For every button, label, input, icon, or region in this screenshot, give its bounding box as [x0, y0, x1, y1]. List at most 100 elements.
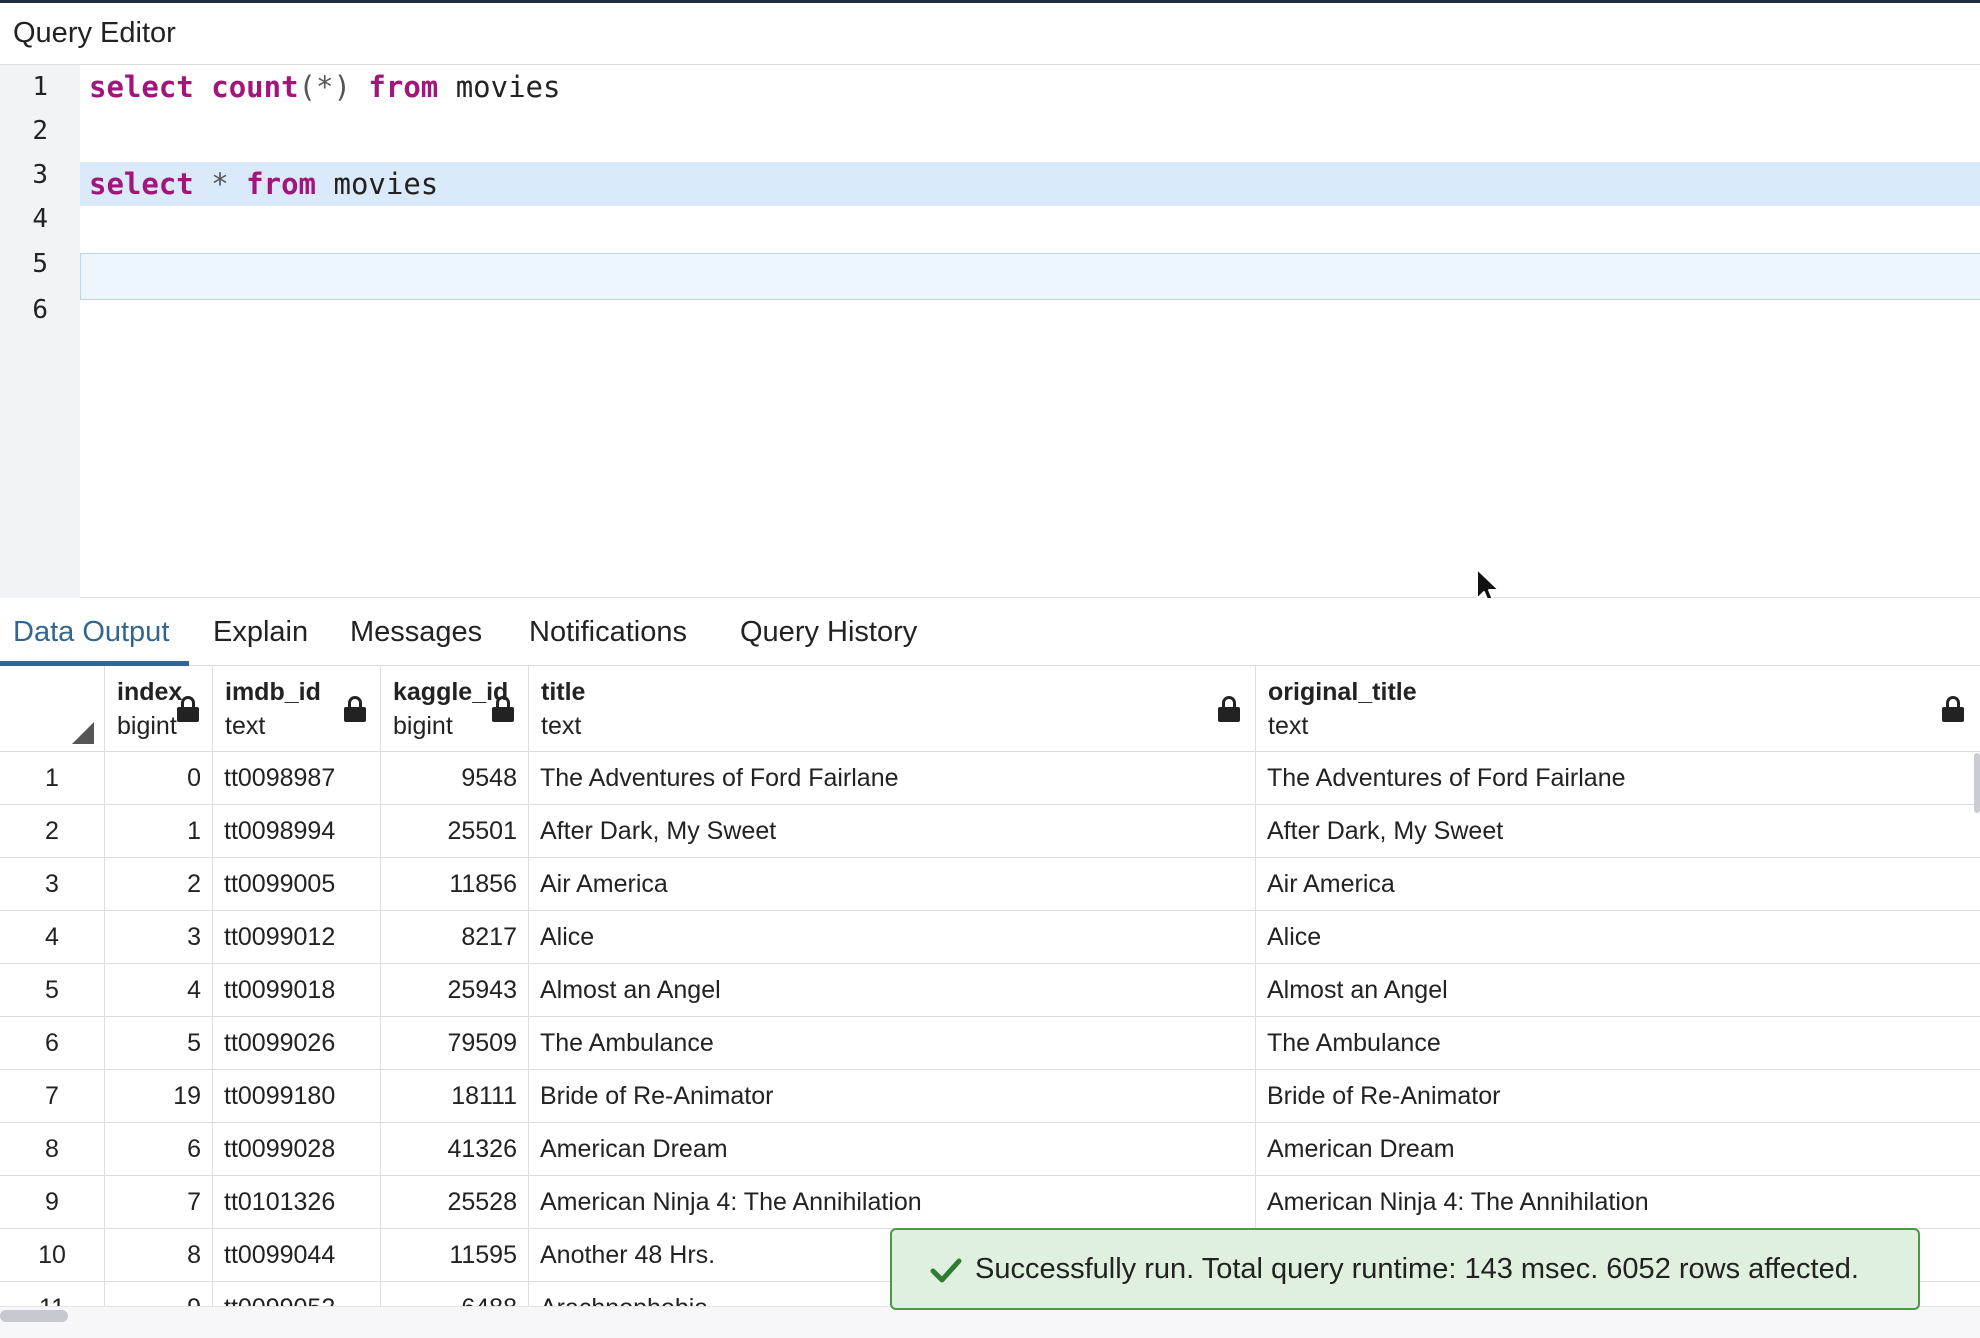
- cell-original-title[interactable]: The Adventures of Ford Fairlane: [1256, 752, 1980, 805]
- code-line-2[interactable]: [80, 109, 1980, 153]
- row-number[interactable]: 3: [0, 858, 105, 911]
- cell-original-title[interactable]: Almost an Angel: [1256, 964, 1980, 1017]
- line-number: 5: [32, 249, 48, 279]
- cell-imdb-id[interactable]: tt0099044: [213, 1229, 381, 1282]
- table-row[interactable]: 8 6 tt0099028 41326 American Dream Ameri…: [0, 1123, 1980, 1176]
- row-number[interactable]: 2: [0, 805, 105, 858]
- cell-index[interactable]: 0: [105, 752, 213, 805]
- success-toast[interactable]: Successfully run. Total query runtime: 1…: [890, 1228, 1920, 1310]
- code-line-4[interactable]: [80, 206, 1980, 250]
- cell-imdb-id[interactable]: tt0098987: [213, 752, 381, 805]
- cell-index[interactable]: 5: [105, 1017, 213, 1070]
- cell-imdb-id[interactable]: tt0098994: [213, 805, 381, 858]
- cell-index[interactable]: 3: [105, 911, 213, 964]
- row-number[interactable]: 4: [0, 911, 105, 964]
- cell-index[interactable]: 8: [105, 1229, 213, 1282]
- cell-title[interactable]: Alice: [529, 911, 1256, 964]
- cell-original-title[interactable]: Air America: [1256, 858, 1980, 911]
- row-number[interactable]: 11: [0, 1282, 105, 1306]
- table-row[interactable]: 3 2 tt0099005 11856 Air America Air Amer…: [0, 858, 1980, 911]
- cell-index[interactable]: 4: [105, 964, 213, 1017]
- tab-notifications[interactable]: Notifications: [529, 598, 687, 666]
- cell-index[interactable]: 19: [105, 1070, 213, 1123]
- row-number[interactable]: 1: [0, 752, 105, 805]
- cell-index[interactable]: 9: [105, 1282, 213, 1306]
- cell-imdb-id[interactable]: tt0099028: [213, 1123, 381, 1176]
- sql-star: *: [211, 167, 229, 201]
- table-row[interactable]: 5 4 tt0099018 25943 Almost an Angel Almo…: [0, 964, 1980, 1017]
- column-header-title[interactable]: title text: [529, 666, 1256, 752]
- code-line-1[interactable]: select count(*) from movies: [80, 65, 1980, 109]
- table-row[interactable]: 4 3 tt0099012 8217 Alice Alice: [0, 911, 1980, 964]
- row-number[interactable]: 9: [0, 1176, 105, 1229]
- cell-kaggle-id[interactable]: 41326: [381, 1123, 529, 1176]
- column-name: title: [541, 678, 586, 706]
- cell-original-title[interactable]: American Dream: [1256, 1123, 1980, 1176]
- column-header-original-title[interactable]: original_title text: [1256, 666, 1980, 752]
- cell-index[interactable]: 6: [105, 1123, 213, 1176]
- horizontal-scrollbar-thumb[interactable]: [0, 1310, 68, 1322]
- cell-title[interactable]: American Ninja 4: The Annihilation: [529, 1176, 1256, 1229]
- cell-kaggle-id[interactable]: 9548: [381, 752, 529, 805]
- tab-explain[interactable]: Explain: [213, 598, 308, 666]
- row-number[interactable]: 10: [0, 1229, 105, 1282]
- cell-kaggle-id[interactable]: 25943: [381, 964, 529, 1017]
- cell-kaggle-id[interactable]: 11595: [381, 1229, 529, 1282]
- cell-imdb-id[interactable]: tt0099180: [213, 1070, 381, 1123]
- cell-kaggle-id[interactable]: 25501: [381, 805, 529, 858]
- cell-original-title[interactable]: American Ninja 4: The Annihilation: [1256, 1176, 1980, 1229]
- cell-index[interactable]: 1: [105, 805, 213, 858]
- cell-original-title[interactable]: Bride of Re-Animator: [1256, 1070, 1980, 1123]
- column-header-imdb-id[interactable]: imdb_id text: [213, 666, 381, 752]
- cell-index[interactable]: 7: [105, 1176, 213, 1229]
- cell-imdb-id[interactable]: tt0099012: [213, 911, 381, 964]
- table-row[interactable]: 7 19 tt0099180 18111 Bride of Re-Animato…: [0, 1070, 1980, 1123]
- table-row[interactable]: 9 7 tt0101326 25528 American Ninja 4: Th…: [0, 1176, 1980, 1229]
- cell-kaggle-id[interactable]: 6488: [381, 1282, 529, 1306]
- horizontal-scrollbar-track[interactable]: [0, 1306, 1980, 1338]
- vertical-scrollbar[interactable]: [1974, 753, 1980, 813]
- code-editor[interactable]: 1 2 3 4 5 6 select count(*) from movies …: [0, 65, 1980, 605]
- cell-original-title[interactable]: After Dark, My Sweet: [1256, 805, 1980, 858]
- cell-original-title[interactable]: The Ambulance: [1256, 1017, 1980, 1070]
- cell-imdb-id[interactable]: tt0099018: [213, 964, 381, 1017]
- code-line-5-active[interactable]: [80, 253, 1980, 300]
- cell-imdb-id[interactable]: tt0099005: [213, 858, 381, 911]
- row-number[interactable]: 6: [0, 1017, 105, 1070]
- cell-kaggle-id[interactable]: 79509: [381, 1017, 529, 1070]
- cell-title[interactable]: The Ambulance: [529, 1017, 1256, 1070]
- row-number[interactable]: 7: [0, 1070, 105, 1123]
- table-row[interactable]: 6 5 tt0099026 79509 The Ambulance The Am…: [0, 1017, 1980, 1070]
- cell-title[interactable]: Air America: [529, 858, 1256, 911]
- row-number[interactable]: 5: [0, 964, 105, 1017]
- cell-imdb-id[interactable]: tt0099026: [213, 1017, 381, 1070]
- cell-kaggle-id[interactable]: 11856: [381, 858, 529, 911]
- tab-data-output[interactable]: Data Output: [0, 598, 190, 666]
- select-all-corner[interactable]: [0, 666, 105, 752]
- cell-title[interactable]: The Adventures of Ford Fairlane: [529, 752, 1256, 805]
- tab-query-history[interactable]: Query History: [740, 598, 917, 666]
- cell-imdb-id[interactable]: tt0101326: [213, 1176, 381, 1229]
- cell-title[interactable]: After Dark, My Sweet: [529, 805, 1256, 858]
- cell-imdb-id[interactable]: tt0099052: [213, 1282, 381, 1306]
- lock-icon: [344, 696, 366, 722]
- sql-args: (*): [298, 70, 351, 104]
- cell-index[interactable]: 2: [105, 858, 213, 911]
- tab-messages[interactable]: Messages: [350, 598, 482, 666]
- cell-kaggle-id[interactable]: 8217: [381, 911, 529, 964]
- table-row[interactable]: 1 0 tt0098987 9548 The Adventures of For…: [0, 752, 1980, 805]
- cell-title[interactable]: Almost an Angel: [529, 964, 1256, 1017]
- table-row[interactable]: 2 1 tt0098994 25501 After Dark, My Sweet…: [0, 805, 1980, 858]
- sql-function: count: [211, 70, 299, 104]
- cell-kaggle-id[interactable]: 25528: [381, 1176, 529, 1229]
- cell-kaggle-id[interactable]: 18111: [381, 1070, 529, 1123]
- column-header-kaggle-id[interactable]: kaggle_id bigint: [381, 666, 529, 752]
- column-header-index[interactable]: index bigint: [105, 666, 213, 752]
- code-line-3[interactable]: select * from movies: [80, 162, 1980, 206]
- code-line-6[interactable]: [80, 300, 1980, 344]
- cell-title[interactable]: American Dream: [529, 1123, 1256, 1176]
- row-number[interactable]: 8: [0, 1123, 105, 1176]
- sql-keyword: select: [89, 167, 194, 201]
- cell-original-title[interactable]: Alice: [1256, 911, 1980, 964]
- cell-title[interactable]: Bride of Re-Animator: [529, 1070, 1256, 1123]
